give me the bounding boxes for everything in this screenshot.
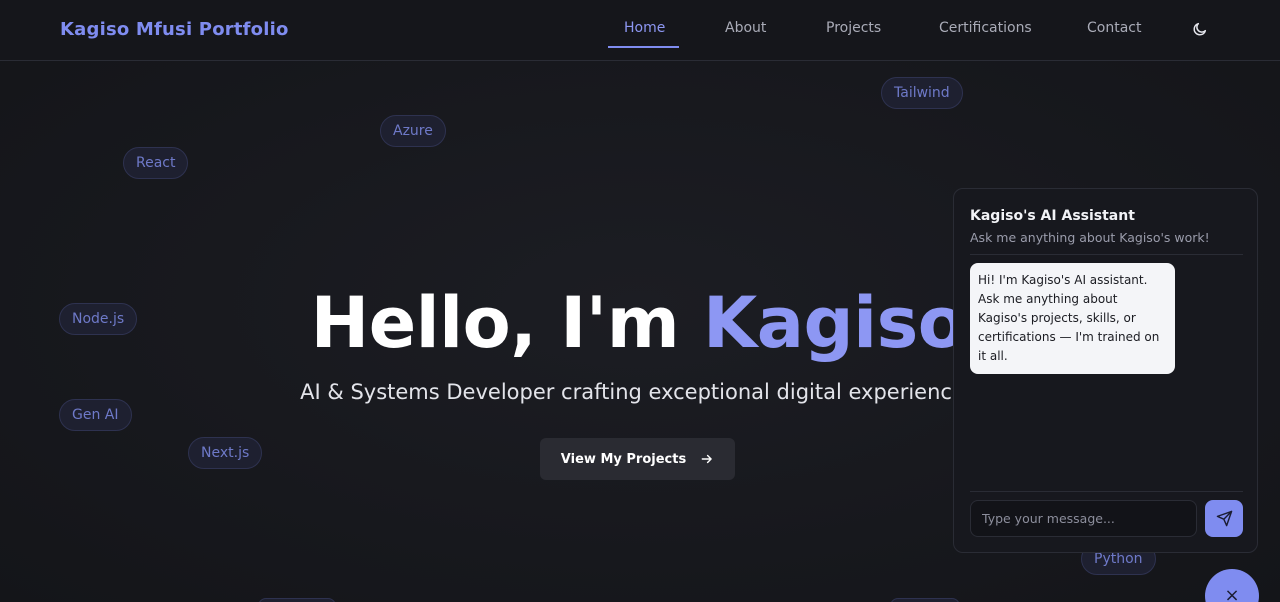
tech-chip-nextjs: Next.js: [188, 437, 263, 469]
tech-chip-azure: Azure: [380, 115, 446, 147]
arrow-right-icon: [701, 454, 712, 464]
send-button[interactable]: [1205, 500, 1243, 537]
send-icon: [1216, 510, 1232, 527]
ai-chat-panel: Kagiso's AI Assistant Ask me anything ab…: [953, 188, 1258, 553]
nav-link-contact[interactable]: Contact: [1087, 20, 1141, 36]
tech-chip-partial: [258, 598, 336, 602]
nav-link-about[interactable]: About: [725, 20, 766, 36]
tech-chip-partial: [890, 598, 960, 602]
chat-divider: [970, 491, 1243, 492]
brand-logo[interactable]: Kagiso Mfusi Portfolio: [60, 19, 289, 40]
hero-greeting: Hello, I'm: [310, 282, 704, 364]
view-projects-label: View My Projects: [560, 451, 687, 467]
nav-active-underline: [608, 46, 679, 48]
hero-name: Kagiso: [703, 282, 966, 364]
chat-subtitle: Ask me anything about Kagiso's work!: [970, 230, 1210, 245]
nav-link-certifications[interactable]: Certifications: [939, 20, 1032, 36]
chat-title: Kagiso's AI Assistant: [970, 208, 1135, 224]
assistant-message: Hi! I'm Kagiso's AI assistant. Ask me an…: [970, 263, 1175, 374]
moon-icon[interactable]: [1192, 21, 1208, 37]
nav-link-projects[interactable]: Projects: [826, 20, 881, 36]
tech-chip-tailwind: Tailwind: [881, 77, 963, 109]
nav-link-home[interactable]: Home: [624, 20, 665, 36]
close-icon: ×: [1224, 585, 1240, 602]
chat-message-input[interactable]: [970, 500, 1197, 537]
tech-chip-react: React: [123, 147, 189, 179]
view-projects-button[interactable]: View My Projects: [540, 438, 735, 480]
chat-divider: [970, 254, 1243, 255]
navbar: Kagiso Mfusi Portfolio Home About Projec…: [0, 0, 1280, 61]
